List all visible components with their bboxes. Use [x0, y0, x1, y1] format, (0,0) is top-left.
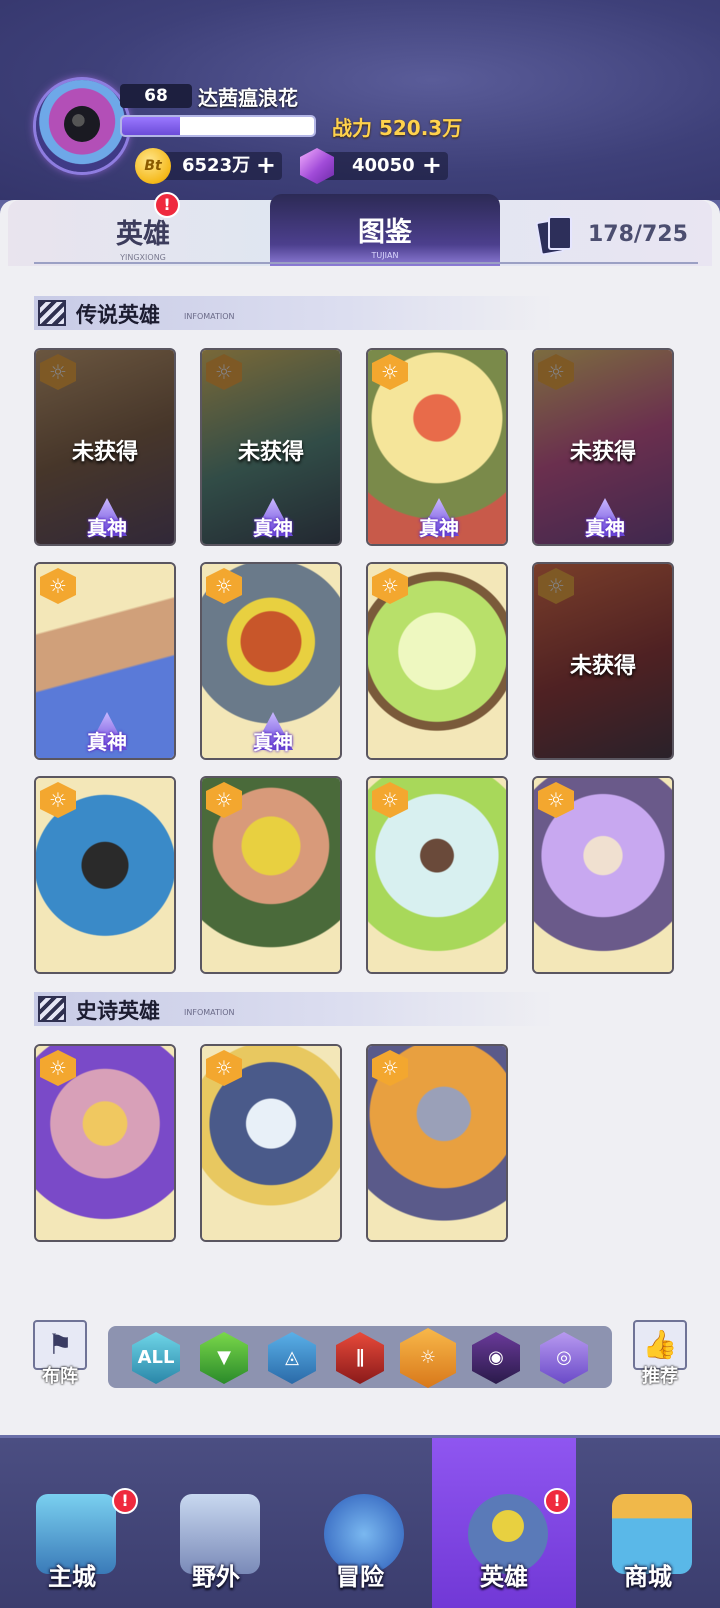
nav-hero[interactable]: ! 英雄	[432, 1438, 576, 1608]
add-gems-button[interactable]: +	[422, 152, 442, 178]
not-obtained-label: 未获得	[569, 440, 636, 465]
true-god-badge: 真神	[576, 498, 634, 540]
true-god-badge: 真神	[78, 712, 136, 754]
tab-collection-label: 图鉴	[358, 217, 412, 248]
nav-label: 主城	[48, 1563, 96, 1591]
nav-adventure[interactable]: 冒险	[288, 1438, 432, 1608]
recommend-label: 推荐	[642, 1366, 678, 1387]
nav-label: 冒险	[336, 1563, 384, 1591]
hero-card[interactable]: ☼	[34, 1044, 176, 1242]
avatar-visor	[64, 106, 100, 142]
section-subtitle: INFOMATION	[184, 1008, 235, 1017]
nav-shop[interactable]: 商城	[576, 1438, 720, 1608]
true-god-badge: 真神	[78, 498, 136, 540]
nav-label: 野外	[192, 1563, 240, 1591]
not-obtained-label: 未获得	[237, 440, 304, 465]
section-title: 传说英雄	[76, 303, 160, 327]
hero-card[interactable]: ☼ 真神	[34, 562, 176, 760]
nav-label: 英雄	[480, 1563, 528, 1591]
tab-hero[interactable]: 英雄 YINGXIONG	[78, 200, 208, 266]
not-obtained-label: 未获得	[569, 654, 636, 679]
section-title: 史诗英雄	[76, 999, 160, 1023]
coin-icon: Bt	[135, 148, 171, 184]
hero-card[interactable]: ☼	[200, 1044, 342, 1242]
hero-card[interactable]: ☼ 真神	[200, 562, 342, 760]
tab-divider	[34, 262, 698, 264]
hero-card[interactable]: ☼	[532, 776, 674, 974]
hero-card[interactable]: ☼ 未获得 真神	[200, 348, 342, 546]
true-god-label: 真神	[253, 730, 293, 754]
true-god-badge: 真神	[244, 712, 302, 754]
hero-card[interactable]: ☼	[366, 776, 508, 974]
tab-hero-label: 英雄	[116, 219, 170, 250]
player-avatar[interactable]	[36, 80, 128, 172]
player-name: 达茜瘟浪花	[198, 86, 298, 110]
add-coins-button[interactable]: +	[256, 152, 276, 178]
combat-power: 战力 520.3万	[332, 116, 463, 140]
hero-card[interactable]: ☼	[200, 776, 342, 974]
true-god-badge: 真神	[244, 498, 302, 540]
player-level: 68	[120, 84, 192, 108]
exp-bar-fill	[122, 117, 180, 135]
tab-hero-alert-badge: !	[154, 192, 180, 218]
cards-icon	[535, 216, 572, 256]
section-legendary-heroes: 传说英雄 INFOMATION	[34, 296, 554, 330]
exp-bar	[120, 115, 316, 137]
hero-panel: 英雄 YINGXIONG ! 图鉴 TUJIAN 178/725 传说英雄 IN…	[0, 192, 720, 1435]
true-god-label: 真神	[253, 516, 293, 540]
true-god-label: 真神	[419, 516, 459, 540]
not-obtained-label: 未获得	[71, 440, 138, 465]
formation-label: 布阵	[42, 1366, 78, 1387]
section-epic-heroes: 史诗英雄 INFOMATION	[34, 992, 554, 1026]
hero-card[interactable]: ☼ 未获得 真神	[34, 348, 176, 546]
true-god-badge: 真神	[410, 498, 468, 540]
hero-card[interactable]: ☼	[366, 562, 508, 760]
nav-wild[interactable]: 野外	[144, 1438, 288, 1608]
stripes-icon	[38, 300, 66, 326]
nav-label: 商城	[624, 1563, 672, 1591]
coin-amount: 6523万	[182, 155, 251, 176]
tab-bar: 英雄 YINGXIONG ! 图鉴 TUJIAN 178/725	[8, 192, 712, 266]
hero-card[interactable]: ☼ 未获得 真神	[532, 348, 674, 546]
collection-count: 178/725	[588, 222, 688, 247]
hero-card[interactable]: ☼ 真神	[366, 348, 508, 546]
true-god-label: 真神	[87, 730, 127, 754]
hero-card[interactable]: ☼ 未获得	[532, 562, 674, 760]
true-god-label: 真神	[585, 516, 625, 540]
formation-button[interactable]: ⚑ 布阵	[30, 1320, 90, 1392]
section-subtitle: INFOMATION	[184, 312, 235, 321]
true-god-label: 真神	[87, 516, 127, 540]
hero-card[interactable]: ☼	[366, 1044, 508, 1242]
stripes-icon	[38, 996, 66, 1022]
nav-city-alert-badge: !	[112, 1488, 138, 1514]
recommend-button[interactable]: 👍 推荐	[630, 1320, 690, 1392]
bottom-nav: ! 主城 野外 冒险 ! 英雄 商城	[0, 1438, 720, 1608]
gem-amount: 40050	[352, 155, 415, 176]
gem-counter: 40050 +	[316, 152, 448, 180]
tab-hero-sublabel: YINGXIONG	[120, 253, 166, 262]
tab-collection[interactable]: 图鉴 TUJIAN	[270, 194, 500, 266]
hero-card[interactable]: ☼	[34, 776, 176, 974]
nav-main-city[interactable]: ! 主城	[0, 1438, 144, 1608]
nav-hero-alert-badge: !	[544, 1488, 570, 1514]
tab-collection-sublabel: TUJIAN	[371, 251, 399, 260]
